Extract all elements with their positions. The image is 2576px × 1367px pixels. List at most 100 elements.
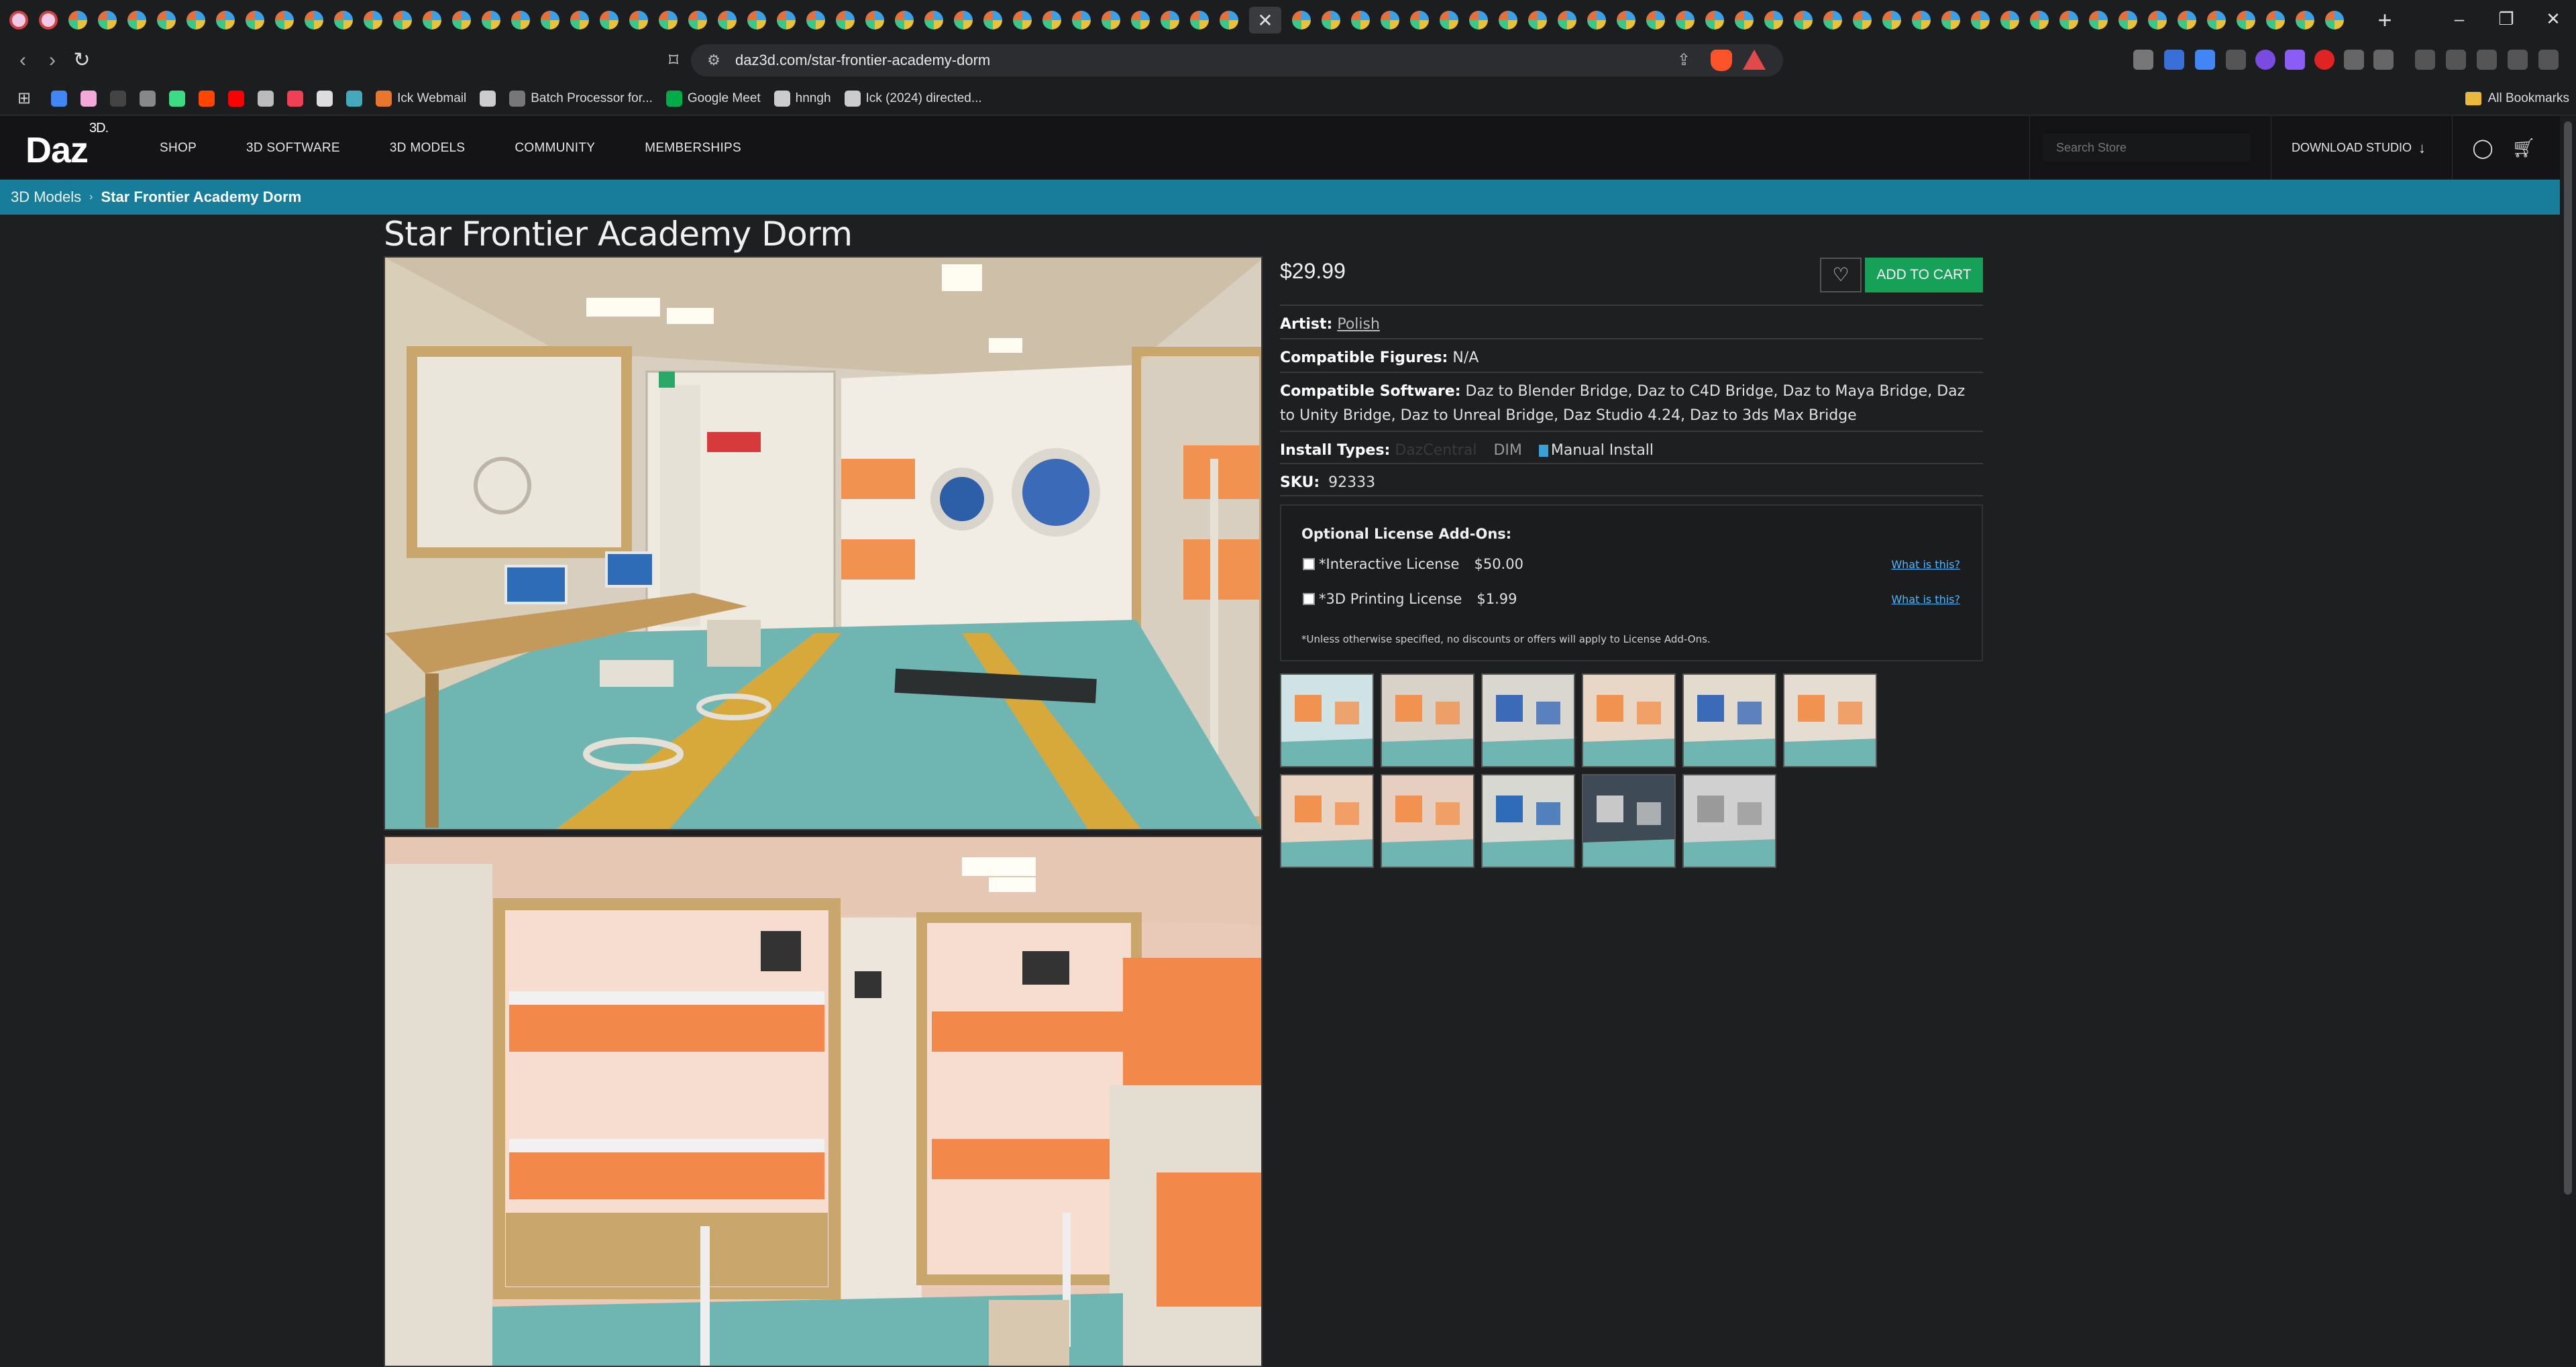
product-thumbnail[interactable] — [1481, 673, 1575, 767]
bookmark-item[interactable] — [192, 82, 221, 115]
page-scrollbar[interactable] — [2560, 116, 2576, 1367]
bookmark-item[interactable] — [473, 82, 502, 115]
forward-icon[interactable]: › — [38, 46, 67, 75]
browser-tab[interactable] — [1469, 11, 1488, 30]
bookmark-item[interactable] — [103, 82, 133, 115]
browser-tab[interactable] — [1131, 11, 1150, 30]
nav-3d-models[interactable]: 3D MODELS — [390, 141, 466, 156]
what-is-this-link[interactable]: What is this? — [1891, 558, 1960, 571]
close-window-icon[interactable]: ✕ — [2533, 4, 2573, 34]
browser-tab[interactable] — [2296, 11, 2314, 30]
wallet-icon[interactable] — [2446, 50, 2466, 70]
browser-tab[interactable] — [718, 11, 737, 30]
extension-icon[interactable] — [2285, 50, 2305, 70]
browser-tab[interactable] — [482, 11, 500, 30]
browser-tab[interactable] — [1794, 11, 1813, 30]
restore-icon[interactable]: ❐ — [2486, 4, 2526, 34]
browser-tab[interactable] — [2089, 11, 2108, 30]
translate-icon[interactable] — [2195, 50, 2215, 70]
browser-tab[interactable] — [2207, 11, 2226, 30]
browser-tab[interactable] — [334, 11, 353, 30]
extension-icon[interactable] — [2164, 50, 2184, 70]
browser-tab[interactable] — [1735, 11, 1754, 30]
extension-icon[interactable] — [2133, 50, 2153, 70]
product-image-secondary[interactable] — [384, 836, 1263, 1367]
browser-tab[interactable] — [1072, 11, 1091, 30]
browser-tab[interactable] — [1941, 11, 1960, 30]
browser-tab[interactable] — [1528, 11, 1547, 30]
browser-tab[interactable] — [1042, 11, 1061, 30]
browser-tab[interactable] — [895, 11, 914, 30]
browser-tab[interactable] — [2030, 11, 2049, 30]
bookmark-item[interactable] — [310, 82, 339, 115]
menu-icon[interactable] — [2538, 50, 2559, 70]
share-icon[interactable]: ⇪ — [1672, 48, 1696, 72]
product-thumbnail[interactable] — [1582, 774, 1676, 868]
product-thumbnail[interactable] — [1582, 673, 1676, 767]
wishlist-heart-button[interactable]: ♡ — [1820, 258, 1862, 292]
browser-tab[interactable] — [216, 11, 235, 30]
sidebar-icon[interactable] — [2415, 50, 2435, 70]
browser-tab[interactable] — [9, 11, 28, 30]
browser-tab[interactable] — [1882, 11, 1901, 30]
browser-tab[interactable] — [1161, 11, 1179, 30]
browser-tab[interactable] — [1220, 11, 1238, 30]
bookmark-item[interactable] — [221, 82, 251, 115]
browser-tab[interactable] — [1853, 11, 1872, 30]
browser-tab[interactable] — [629, 11, 648, 30]
3d-printing-license-checkbox[interactable] — [1303, 593, 1315, 605]
browser-tab[interactable] — [1381, 11, 1399, 30]
browser-tab[interactable] — [1013, 11, 1032, 30]
extension-icon[interactable] — [2314, 50, 2334, 70]
browser-tab[interactable] — [1912, 11, 1931, 30]
browser-tab[interactable] — [2118, 11, 2137, 30]
scrollbar-thumb[interactable] — [2564, 121, 2572, 1195]
browser-tab[interactable] — [39, 11, 58, 30]
browser-tab[interactable] — [157, 11, 176, 30]
browser-tab[interactable] — [68, 11, 87, 30]
nav-community[interactable]: COMMUNITY — [515, 141, 595, 156]
download-studio-button[interactable]: DOWNLOAD STUDIO ↓ — [2292, 116, 2426, 180]
what-is-this-link[interactable]: What is this? — [1891, 593, 1960, 606]
product-thumbnail[interactable] — [1280, 673, 1374, 767]
bookmark-item[interactable] — [162, 82, 192, 115]
product-thumbnail[interactable] — [1481, 774, 1575, 868]
bookmark-page-icon[interactable]: ⌑ — [659, 46, 688, 75]
daz-logo[interactable]: Daz3D. — [25, 121, 109, 171]
product-image-main[interactable] — [384, 256, 1263, 830]
browser-tab[interactable] — [1646, 11, 1665, 30]
bookmark-item[interactable]: Ick (2024) directed... — [838, 82, 989, 115]
browser-tab[interactable] — [1351, 11, 1370, 30]
bookmark-item[interactable] — [339, 82, 369, 115]
browser-tab[interactable] — [983, 11, 1002, 30]
interactive-license-checkbox[interactable] — [1303, 558, 1315, 570]
browser-tab[interactable] — [2148, 11, 2167, 30]
browser-tab[interactable] — [246, 11, 264, 30]
extension-icon[interactable] — [2255, 50, 2275, 70]
bookmark-item[interactable]: Ick Webmail — [369, 82, 473, 115]
browser-tab[interactable] — [393, 11, 412, 30]
bookmark-item[interactable]: Google Meet — [659, 82, 767, 115]
cart-icon[interactable]: 🛒︎ — [2512, 136, 2536, 160]
browser-tab[interactable] — [1705, 11, 1724, 30]
bookmark-item[interactable]: Batch Processor for... — [502, 82, 659, 115]
extension-icon[interactable] — [2344, 50, 2364, 70]
leo-icon[interactable] — [2477, 50, 2497, 70]
extension-icon[interactable] — [2226, 50, 2246, 70]
browser-tab[interactable] — [2325, 11, 2344, 30]
product-thumbnail[interactable] — [1280, 774, 1374, 868]
browser-tab[interactable] — [1102, 11, 1120, 30]
browser-tab[interactable] — [2266, 11, 2285, 30]
browser-tab[interactable] — [423, 11, 441, 30]
account-icon[interactable]: ◯ — [2471, 136, 2495, 160]
browser-tab[interactable] — [659, 11, 678, 30]
puzzle-icon[interactable] — [2373, 50, 2394, 70]
browser-tab[interactable] — [836, 11, 855, 30]
browser-tab[interactable] — [1499, 11, 1517, 30]
browser-tab[interactable] — [777, 11, 796, 30]
product-thumbnail[interactable] — [1682, 673, 1776, 767]
browser-tab[interactable] — [1764, 11, 1783, 30]
browser-tab[interactable] — [275, 11, 294, 30]
browser-tab[interactable] — [600, 11, 619, 30]
browser-tab[interactable] — [364, 11, 382, 30]
